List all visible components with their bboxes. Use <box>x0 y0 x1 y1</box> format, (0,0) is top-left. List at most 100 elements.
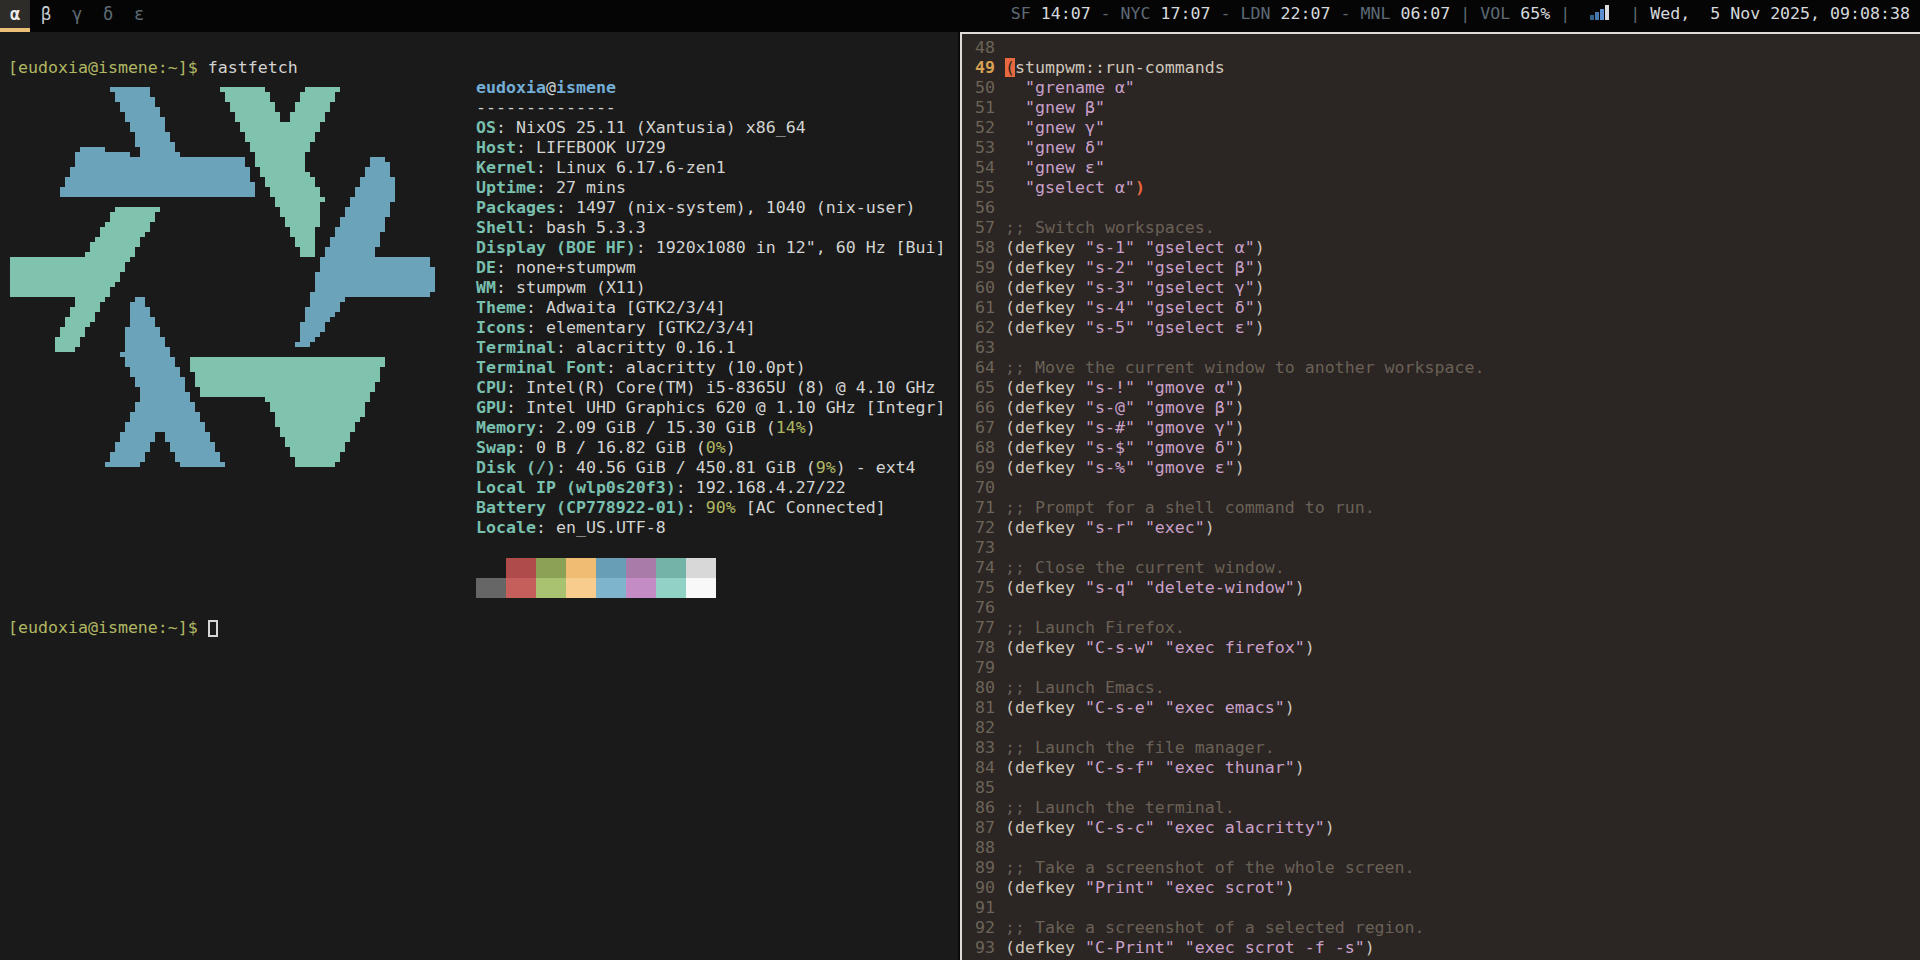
workspace-tab-4[interactable]: δ <box>93 0 123 28</box>
editor-code-text: "exec" <box>1145 518 1205 537</box>
editor-line-69[interactable]: 69 (defkey "s-%" "gmove ε") <box>975 458 1920 478</box>
editor-line-88[interactable]: 88 <box>975 838 1920 858</box>
editor-line-57[interactable]: 57 ;; Switch workspaces. <box>975 218 1920 238</box>
editor-line-48[interactable]: 48 <box>975 38 1920 58</box>
terminal-window[interactable]: [eudoxia@ismene:~]$ fastfetch eudoxia@is… <box>0 32 958 960</box>
fastfetch-text: 40.56 GiB / 450.81 GiB ( <box>576 458 816 477</box>
workspace-tab-5[interactable]: ε <box>124 0 154 28</box>
fastfetch-info-line: Icons: elementary [GTK2/3/4] <box>476 318 946 338</box>
editor-code-text: "gselect δ" <box>1145 298 1255 317</box>
editor-line-number: 53 <box>975 138 1005 157</box>
editor-code-text <box>1175 938 1185 957</box>
editor-code-text <box>1005 178 1025 197</box>
editor-line-number: 65 <box>975 378 1005 397</box>
editor-code-text: (defkey <box>1005 378 1085 397</box>
editor-line-60[interactable]: 60 (defkey "s-3" "gselect γ") <box>975 278 1920 298</box>
editor-line-70[interactable]: 70 <box>975 478 1920 498</box>
editor-line-72[interactable]: 72 (defkey "s-r" "exec") <box>975 518 1920 538</box>
editor-code-text <box>1005 118 1025 137</box>
terminal-prompt-line-2: [eudoxia@ismene:~]$ <box>8 618 208 638</box>
editor-line-93[interactable]: 93 (defkey "C-Print" "exec scrot -f -s") <box>975 938 1920 958</box>
palette-swatch <box>536 578 566 598</box>
editor-line-55[interactable]: 55 "gselect α") <box>975 178 1920 198</box>
editor-line-66[interactable]: 66 (defkey "s-@" "gmove β") <box>975 398 1920 418</box>
editor-line-91[interactable]: 91 <box>975 898 1920 918</box>
fastfetch-info-line: WM: stumpwm (X11) <box>476 278 946 298</box>
editor-line-83[interactable]: 83 ;; Launch the file manager. <box>975 738 1920 758</box>
editor-code-text: (defkey <box>1005 758 1085 777</box>
fastfetch-text: Uptime <box>476 178 536 197</box>
workspace-tab-3[interactable]: γ <box>62 0 92 28</box>
fastfetch-text: 1920x1080 in 12", 60 Hz [Bui] <box>656 238 946 257</box>
editor-code-text: (defkey <box>1005 518 1085 537</box>
editor-line-64[interactable]: 64 ;; Move the current window to another… <box>975 358 1920 378</box>
editor-code-text: ;; Launch Firefox. <box>1005 618 1185 637</box>
editor-code-text: "gnew β" <box>1025 98 1105 117</box>
editor-line-50[interactable]: 50 "grename α" <box>975 78 1920 98</box>
editor-line-61[interactable]: 61 (defkey "s-4" "gselect δ") <box>975 298 1920 318</box>
workspace-tab-1[interactable]: α <box>0 0 30 28</box>
editor-line-71[interactable]: 71 ;; Prompt for a shell command to run. <box>975 498 1920 518</box>
editor-line-51[interactable]: 51 "gnew β" <box>975 98 1920 118</box>
editor-line-52[interactable]: 52 "gnew γ" <box>975 118 1920 138</box>
editor-code-text: (defkey <box>1005 398 1085 417</box>
status-bar: αβγδε SF 14:07 - NYC 17:07 - LDN 22:07 -… <box>0 0 1920 32</box>
editor-line-number: 78 <box>975 638 1005 657</box>
editor-code-text <box>1135 398 1145 417</box>
fastfetch-text: : <box>686 498 706 517</box>
editor-line-92[interactable]: 92 ;; Take a screenshot of a selected re… <box>975 918 1920 938</box>
editor-line-number: 88 <box>975 838 1005 857</box>
editor-line-number: 49 <box>975 58 1005 77</box>
fastfetch-text: Kernel <box>476 158 536 177</box>
editor-line-74[interactable]: 74 ;; Close the current window. <box>975 558 1920 578</box>
editor-line-90[interactable]: 90 (defkey "Print" "exec scrot") <box>975 878 1920 898</box>
editor-line-81[interactable]: 81 (defkey "C-s-e" "exec emacs") <box>975 698 1920 718</box>
editor-line-82[interactable]: 82 <box>975 718 1920 738</box>
editor-code-text: "s-!" <box>1085 378 1135 397</box>
editor-line-58[interactable]: 58 (defkey "s-1" "gselect α") <box>975 238 1920 258</box>
prompt-text: [eudoxia@ismene:~]$ <box>8 618 208 637</box>
editor-line-78[interactable]: 78 (defkey "C-s-w" "exec firefox") <box>975 638 1920 658</box>
editor-line-87[interactable]: 87 (defkey "C-s-c" "exec alacritty") <box>975 818 1920 838</box>
editor-line-84[interactable]: 84 (defkey "C-s-f" "exec thunar") <box>975 758 1920 778</box>
editor-line-89[interactable]: 89 ;; Take a screenshot of the whole scr… <box>975 858 1920 878</box>
editor-line-73[interactable]: 73 <box>975 538 1920 558</box>
fastfetch-text: 90% <box>706 498 736 517</box>
editor-line-62[interactable]: 62 (defkey "s-5" "gselect ε") <box>975 318 1920 338</box>
editor-line-67[interactable]: 67 (defkey "s-#" "gmove γ") <box>975 418 1920 438</box>
editor-code-text <box>1135 298 1145 317</box>
editor-buffer[interactable]: 48 49 (stumpwm::run-commands50 "grename … <box>962 34 1920 960</box>
editor-line-63[interactable]: 63 <box>975 338 1920 358</box>
editor-line-number: 92 <box>975 918 1005 937</box>
editor-code-text <box>1135 458 1145 477</box>
fastfetch-text: en_US.UTF-8 <box>556 518 666 537</box>
editor-line-number: 57 <box>975 218 1005 237</box>
editor-line-56[interactable]: 56 <box>975 198 1920 218</box>
palette-swatch <box>686 578 716 598</box>
editor-code-text: "gselect β" <box>1145 258 1255 277</box>
editor-line-68[interactable]: 68 (defkey "s-$" "gmove δ") <box>975 438 1920 458</box>
workspace-tab-2[interactable]: β <box>31 0 61 28</box>
editor-line-85[interactable]: 85 <box>975 778 1920 798</box>
editor-line-53[interactable]: 53 "gnew δ" <box>975 138 1920 158</box>
editor-line-77[interactable]: 77 ;; Launch Firefox. <box>975 618 1920 638</box>
editor-line-65[interactable]: 65 (defkey "s-!" "gmove α") <box>975 378 1920 398</box>
fastfetch-text: bash 5.3.3 <box>546 218 646 237</box>
fastfetch-text: Display (BOE HF) <box>476 238 636 257</box>
editor-line-54[interactable]: 54 "gnew ε" <box>975 158 1920 178</box>
editor-code-text: stumpwm::run-commands <box>1015 58 1225 77</box>
editor-line-76[interactable]: 76 <box>975 598 1920 618</box>
editor-line-49[interactable]: 49 (stumpwm::run-commands <box>975 58 1920 78</box>
editor-line-59[interactable]: 59 (defkey "s-2" "gselect β") <box>975 258 1920 278</box>
fastfetch-text: [AC Connected] <box>736 498 886 517</box>
editor-line-80[interactable]: 80 ;; Launch Emacs. <box>975 678 1920 698</box>
editor-line-number: 81 <box>975 698 1005 717</box>
editor-line-75[interactable]: 75 (defkey "s-q" "delete-window") <box>975 578 1920 598</box>
fastfetch-text: 0 B / 16.82 GiB ( <box>536 438 706 457</box>
editor-code-text: "gmove α" <box>1145 378 1235 397</box>
editor-window[interactable]: 48 49 (stumpwm::run-commands50 "grename … <box>958 32 1920 960</box>
editor-line-86[interactable]: 86 ;; Launch the terminal. <box>975 798 1920 818</box>
editor-line-number: 70 <box>975 478 1005 497</box>
editor-code-text: "s-5" <box>1085 318 1135 337</box>
editor-line-79[interactable]: 79 <box>975 658 1920 678</box>
